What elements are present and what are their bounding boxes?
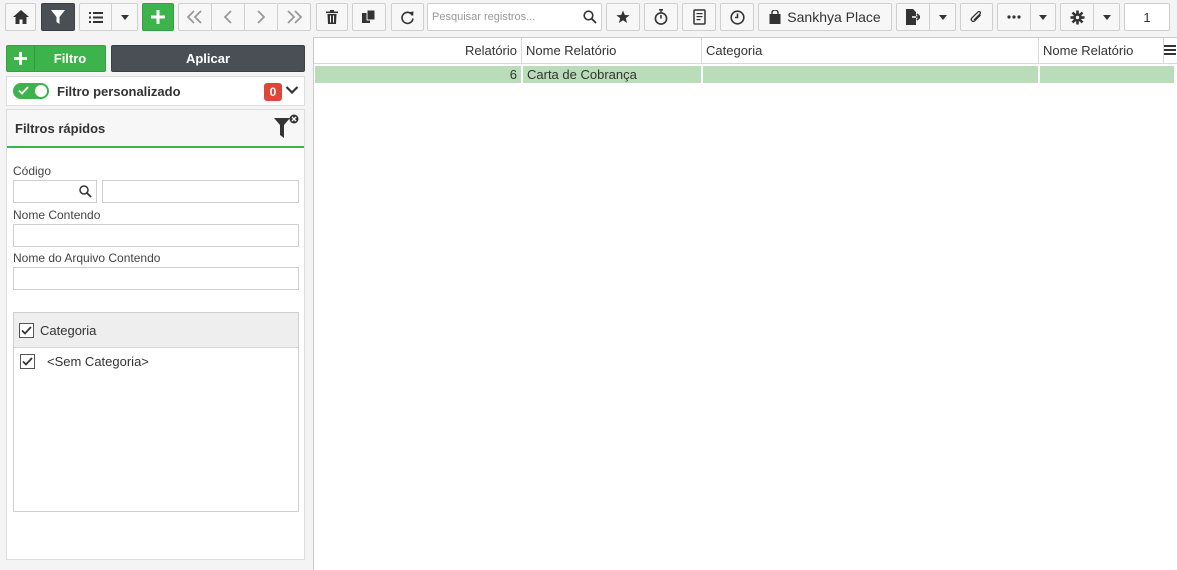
- stopwatch-icon: [654, 9, 668, 25]
- quick-filters-panel: Filtros rápidos Código Nome Contendo Nom…: [6, 109, 305, 560]
- refresh-icon: [401, 11, 414, 24]
- check-icon: [18, 86, 29, 95]
- refresh-button[interactable]: [391, 3, 424, 31]
- chevron-right-icon: [257, 10, 266, 24]
- arquivo-field[interactable]: [13, 267, 299, 290]
- nome-input[interactable]: [14, 225, 298, 246]
- chevron-down-icon: [120, 14, 129, 20]
- cell-nome-relatorio-2: [1040, 66, 1174, 83]
- cell-relatorio: 6: [315, 66, 521, 83]
- trash-icon: [326, 10, 338, 24]
- arquivo-label: Nome do Arquivo Contendo: [13, 251, 161, 265]
- ellipsis-icon: [1007, 15, 1021, 19]
- page-number[interactable]: 1: [1124, 3, 1170, 31]
- export-button[interactable]: [896, 3, 929, 31]
- categoria-all-checkbox[interactable]: [19, 322, 34, 338]
- chevron-left-icon: [223, 10, 232, 24]
- custom-filter-label: Filtro personalizado: [57, 83, 181, 99]
- custom-filter-count-badge: 0: [264, 83, 282, 101]
- nome-field[interactable]: [13, 224, 299, 247]
- column-menu-icon[interactable]: [1164, 45, 1176, 55]
- previous-record-button[interactable]: [211, 3, 244, 31]
- double-chevron-left-icon: [187, 10, 202, 24]
- bag-icon: [769, 10, 781, 24]
- home-button[interactable]: [5, 3, 36, 31]
- list-icon: [88, 11, 103, 23]
- search-icon[interactable]: [79, 185, 92, 198]
- chevron-down-icon: [1102, 14, 1111, 20]
- settings-button[interactable]: [1060, 3, 1093, 31]
- grid-header: Relatório Nome Relatório Categoria Nome …: [314, 38, 1177, 64]
- filtro-label: Filtro: [53, 51, 87, 66]
- report-button[interactable]: [682, 3, 716, 31]
- chevron-down-icon[interactable]: [285, 85, 299, 95]
- categoria-item-label: <Sem Categoria>: [47, 354, 149, 369]
- search-box: [427, 3, 602, 31]
- sankhya-place-label: Sankhya Place: [787, 9, 881, 25]
- delete-button[interactable]: [316, 3, 348, 31]
- codigo-description-input[interactable]: [103, 181, 298, 202]
- categoria-item[interactable]: <Sem Categoria>: [14, 354, 298, 369]
- quick-filters-header: Filtros rápidos: [7, 110, 304, 148]
- quick-filters-title: Filtros rápidos: [15, 120, 106, 136]
- categoria-item-checkbox[interactable]: [20, 354, 35, 369]
- more-dropdown-button[interactable]: [1030, 3, 1056, 31]
- arquivo-input[interactable]: [14, 268, 298, 289]
- plus-icon: [151, 10, 165, 24]
- duplicate-button[interactable]: [352, 3, 386, 31]
- check-icon: [21, 325, 32, 335]
- custom-filter-toggle[interactable]: [13, 83, 49, 99]
- chevron-down-icon: [1039, 14, 1047, 20]
- cell-nome-relatorio: Carta de Cobrança: [523, 66, 701, 83]
- list-view-button[interactable]: [79, 3, 111, 31]
- nome-label: Nome Contendo: [13, 208, 101, 222]
- export-icon: [906, 9, 920, 25]
- records-grid: Relatório Nome Relatório Categoria Nome …: [313, 37, 1177, 570]
- home-icon: [12, 10, 29, 24]
- chevron-down-icon: [938, 14, 947, 20]
- settings-dropdown-button[interactable]: [1093, 3, 1120, 31]
- favorite-button[interactable]: [606, 3, 640, 31]
- history-button[interactable]: [720, 3, 754, 31]
- first-record-button[interactable]: [178, 3, 211, 31]
- double-chevron-right-icon: [287, 10, 302, 24]
- check-icon: [22, 357, 33, 366]
- clock-icon: [729, 9, 745, 25]
- search-input[interactable]: [428, 4, 578, 30]
- filter-toggle-button[interactable]: [41, 3, 75, 31]
- filter-icon: [51, 9, 65, 24]
- column-header-nome-relatorio[interactable]: Nome Relatório: [522, 38, 702, 63]
- column-header-categoria[interactable]: Categoria: [702, 38, 1039, 63]
- plus-icon: [7, 46, 35, 71]
- add-filter-button[interactable]: Filtro: [6, 45, 106, 72]
- search-icon[interactable]: [583, 10, 597, 24]
- attachment-button[interactable]: [960, 3, 993, 31]
- custom-filter-row: Filtro personalizado 0: [6, 76, 305, 106]
- categoria-header: Categoria: [14, 313, 298, 348]
- copy-icon: [362, 10, 376, 23]
- last-record-button[interactable]: [277, 3, 311, 31]
- codigo-description-field[interactable]: [102, 180, 299, 203]
- codigo-label: Código: [13, 164, 52, 178]
- column-header-relatorio[interactable]: Relatório: [314, 38, 522, 63]
- cell-categoria: [703, 66, 1038, 83]
- codigo-field[interactable]: [13, 180, 97, 203]
- export-dropdown-button[interactable]: [929, 3, 956, 31]
- categoria-box: Categoria <Sem Categoria>: [13, 312, 299, 512]
- add-button[interactable]: [142, 3, 174, 31]
- toolbar: Sankhya Place 1: [0, 0, 1177, 36]
- gear-icon: [1070, 10, 1084, 24]
- view-dropdown-button[interactable]: [111, 3, 138, 31]
- column-header-nome-relatorio-2[interactable]: Nome Relatório: [1039, 38, 1164, 63]
- apply-button[interactable]: Aplicar: [111, 45, 305, 72]
- timer-button[interactable]: [644, 3, 678, 31]
- clear-filter-icon[interactable]: [273, 113, 301, 141]
- categoria-header-label: Categoria: [40, 322, 97, 338]
- star-icon: [616, 10, 630, 23]
- paperclip-icon: [970, 10, 982, 22]
- sankhya-place-button[interactable]: Sankhya Place: [758, 3, 892, 31]
- report-icon: [692, 9, 706, 25]
- next-record-button[interactable]: [244, 3, 277, 31]
- more-actions-button[interactable]: [997, 3, 1030, 31]
